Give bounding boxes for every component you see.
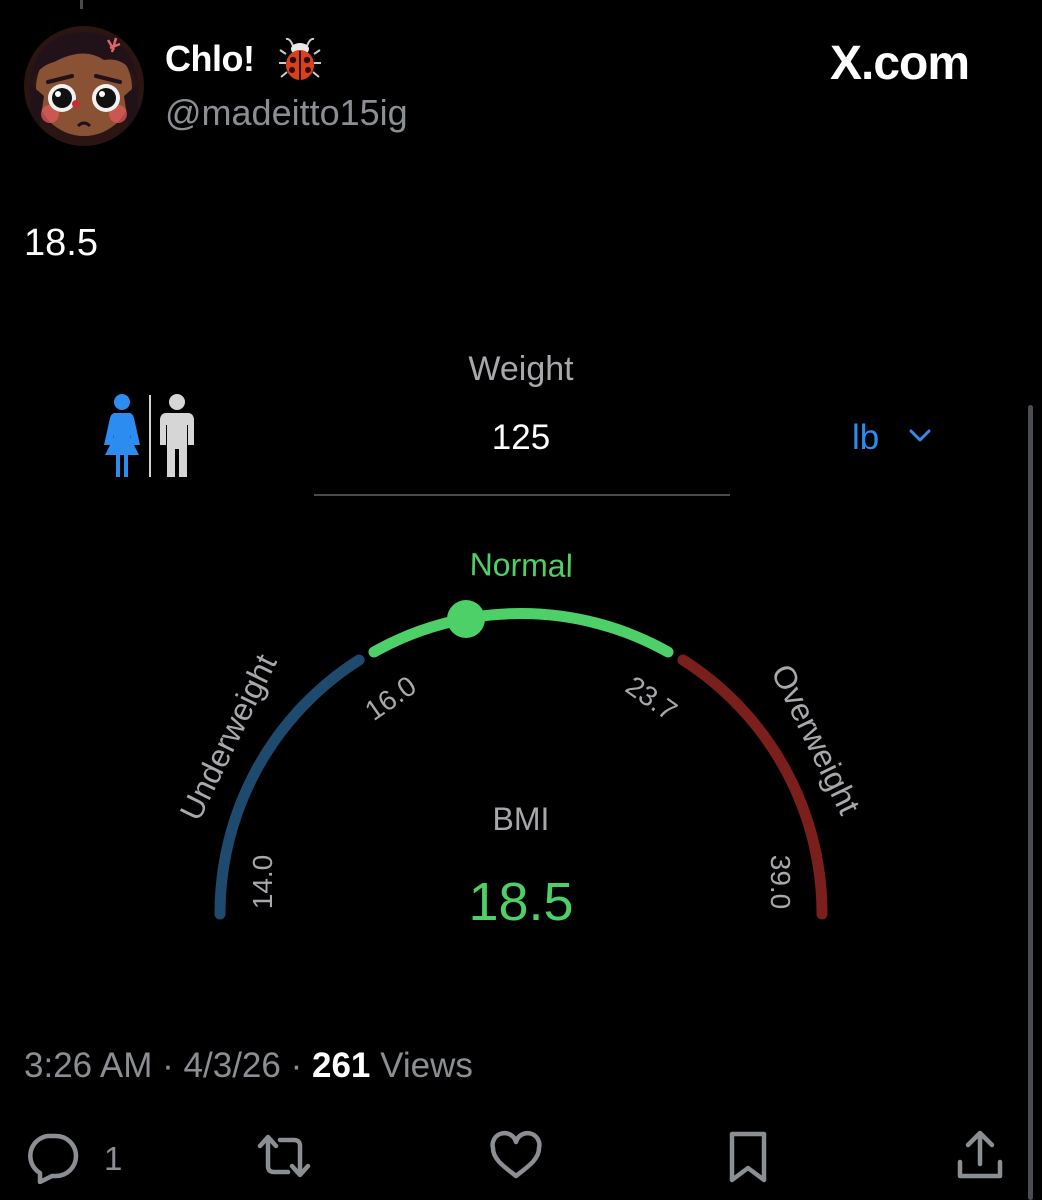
post-text: 18.5 [24,222,98,264]
normal-label: Normal [469,546,573,584]
bmi-label: BMI [493,801,550,837]
repost-button[interactable] [256,1128,312,1184]
tick-label-39: 39.0 [765,855,796,910]
share-icon [957,1130,1003,1179]
top-divider-tick [80,0,83,9]
tick-label-23-7: 23.7 [620,670,682,727]
reply-count: 1 [104,1140,123,1177]
weight-value: 125 [491,418,551,457]
overweight-label: Overweight [764,659,867,820]
bmi-marker [447,600,485,638]
views-label: Views [380,1046,473,1085]
weight-underline [314,494,730,496]
display-name[interactable]: Chlo! [165,38,255,80]
repost-icon [257,1134,311,1178]
reply-button[interactable] [24,1128,80,1185]
user-handle[interactable]: @madeitto15ig [165,92,408,134]
x-com-watermark: X.com [830,37,970,90]
ladybug-icon [278,36,322,82]
bookmark-icon [729,1131,767,1183]
views-count: 261 [311,1046,371,1085]
post-date[interactable]: 4/3/26 [184,1046,281,1085]
share-button[interactable] [952,1128,1008,1184]
profile-avatar[interactable] [24,26,144,146]
heart-icon [490,1130,542,1179]
like-button[interactable] [488,1128,544,1184]
gender-divider [149,395,151,477]
bookmark-button[interactable] [720,1128,776,1184]
unit-label: lb [852,418,880,457]
reply-icon [28,1133,79,1185]
tick-label-16: 16.0 [359,670,421,727]
female-icon [100,393,144,479]
post-time[interactable]: 3:26 AM [24,1046,152,1085]
chevron-down-icon [906,424,934,448]
bmi-value: 18.5 [468,872,573,932]
post-meta: 3:26 AM · 4/3/26 · 261 Views [24,1046,473,1086]
male-icon [158,393,196,479]
weight-label: Weight [468,350,574,388]
meta-separator: · [290,1046,303,1085]
tick-label-14: 14.0 [247,855,278,910]
meta-separator: · [162,1046,174,1085]
normal-arc [368,608,674,658]
bmi-gauge: Normal Underweight Overweight 14.0 16.0 … [173,546,868,932]
underweight-label: Underweight [173,648,284,825]
